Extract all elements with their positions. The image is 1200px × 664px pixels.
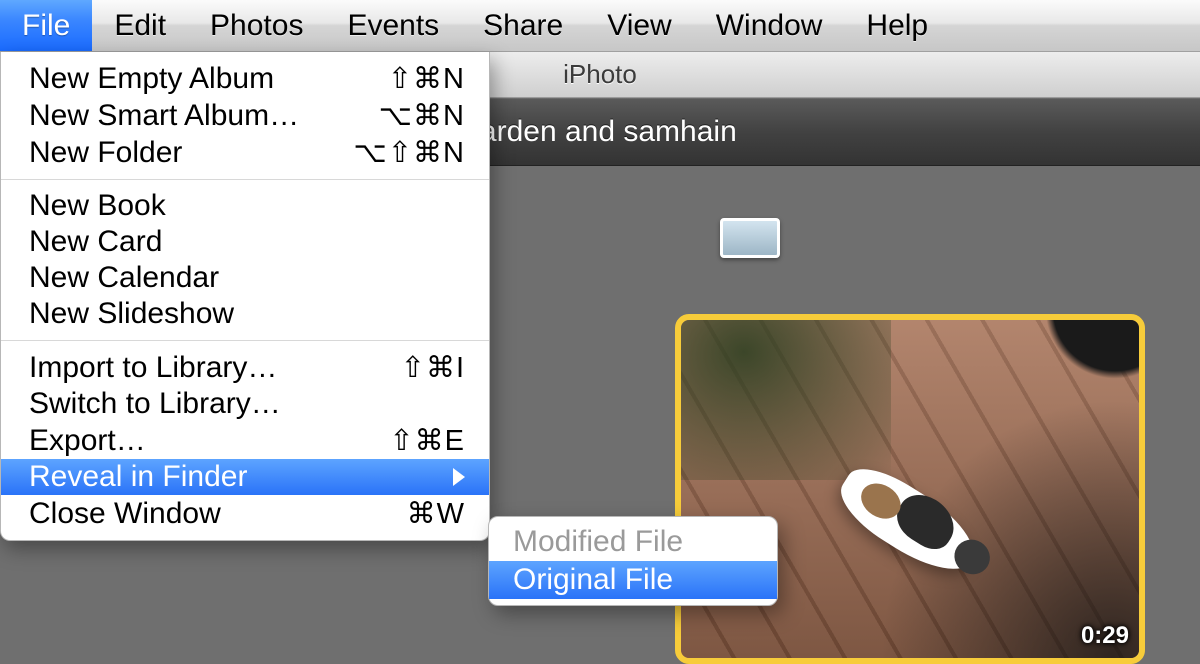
video-thumbnail-image: [681, 320, 1139, 658]
menu-help-label: Help: [866, 9, 928, 43]
menuitem-label: Close Window: [29, 497, 407, 531]
menuitem-label: New Smart Album…: [29, 99, 379, 133]
menu-photos[interactable]: Photos: [188, 0, 325, 51]
menuitem-new-slideshow[interactable]: New Slideshow: [1, 296, 489, 332]
menu-view[interactable]: View: [585, 0, 693, 51]
menu-events[interactable]: Events: [325, 0, 461, 51]
menuitem-new-folder[interactable]: New Folder ⌥⇧⌘N: [1, 134, 489, 171]
submenu-item-label: Original File: [513, 563, 673, 596]
event-title: garden and samhain: [463, 115, 737, 149]
menuitem-shortcut: ⌘W: [407, 496, 465, 531]
menuitem-switch-to-library[interactable]: Switch to Library…: [1, 386, 489, 422]
menuitem-shortcut: ⇧⌘E: [389, 423, 465, 458]
menu-separator: [1, 340, 489, 341]
menu-edit[interactable]: Edit: [92, 0, 188, 51]
clip-duration-badge: 0:29: [1081, 622, 1129, 650]
menu-window-label: Window: [716, 9, 823, 43]
menuitem-label: New Card: [29, 225, 465, 259]
menuitem-label: Switch to Library…: [29, 387, 465, 421]
menuitem-export[interactable]: Export… ⇧⌘E: [1, 422, 489, 459]
menuitem-label: New Calendar: [29, 261, 465, 295]
photo-thumbnail-partial[interactable]: [720, 218, 780, 258]
menuitem-label: Reveal in Finder: [29, 460, 447, 494]
menu-separator: [1, 179, 489, 180]
menu-help[interactable]: Help: [844, 0, 950, 51]
menuitem-import-to-library[interactable]: Import to Library… ⇧⌘I: [1, 349, 489, 386]
menu-file[interactable]: File: [0, 0, 92, 51]
menuitem-new-calendar[interactable]: New Calendar: [1, 260, 489, 296]
menuitem-label: New Book: [29, 189, 465, 223]
menuitem-new-card[interactable]: New Card: [1, 224, 489, 260]
menuitem-label: New Slideshow: [29, 297, 465, 331]
app-title: iPhoto: [563, 59, 637, 90]
menuitem-label: New Empty Album: [29, 62, 388, 96]
menuitem-new-smart-album[interactable]: New Smart Album… ⌥⌘N: [1, 97, 489, 134]
menuitem-shortcut: ⌥⌘N: [379, 98, 465, 133]
video-thumbnail-selected[interactable]: 0:29: [675, 314, 1145, 664]
menuitem-label: Import to Library…: [29, 351, 401, 385]
menu-events-label: Events: [347, 9, 439, 43]
reveal-in-finder-submenu: Modified File Original File: [488, 516, 778, 606]
menuitem-reveal-in-finder[interactable]: Reveal in Finder: [1, 459, 489, 495]
menu-photos-label: Photos: [210, 9, 303, 43]
menu-view-label: View: [607, 9, 671, 43]
menuitem-label: New Folder: [29, 136, 353, 170]
menubar: File Edit Photos Events Share View Windo…: [0, 0, 1200, 52]
menu-file-label: File: [22, 9, 70, 43]
file-dropdown: New Empty Album ⇧⌘N New Smart Album… ⌥⌘N…: [0, 52, 490, 541]
menu-edit-label: Edit: [114, 9, 166, 43]
menuitem-new-book[interactable]: New Book: [1, 188, 489, 224]
submenu-arrow-icon: [453, 468, 465, 486]
menuitem-shortcut: ⇧⌘I: [401, 350, 465, 385]
menu-share[interactable]: Share: [461, 0, 585, 51]
menuitem-shortcut: ⌥⇧⌘N: [353, 135, 465, 170]
menu-window[interactable]: Window: [694, 0, 845, 51]
menuitem-new-empty-album[interactable]: New Empty Album ⇧⌘N: [1, 60, 489, 97]
submenu-original-file[interactable]: Original File: [489, 561, 777, 599]
menu-share-label: Share: [483, 9, 563, 43]
menuitem-close-window[interactable]: Close Window ⌘W: [1, 495, 489, 532]
submenu-modified-file: Modified File: [489, 523, 777, 561]
menuitem-label: Export…: [29, 424, 389, 458]
submenu-item-label: Modified File: [513, 525, 683, 558]
menuitem-shortcut: ⇧⌘N: [388, 61, 465, 96]
